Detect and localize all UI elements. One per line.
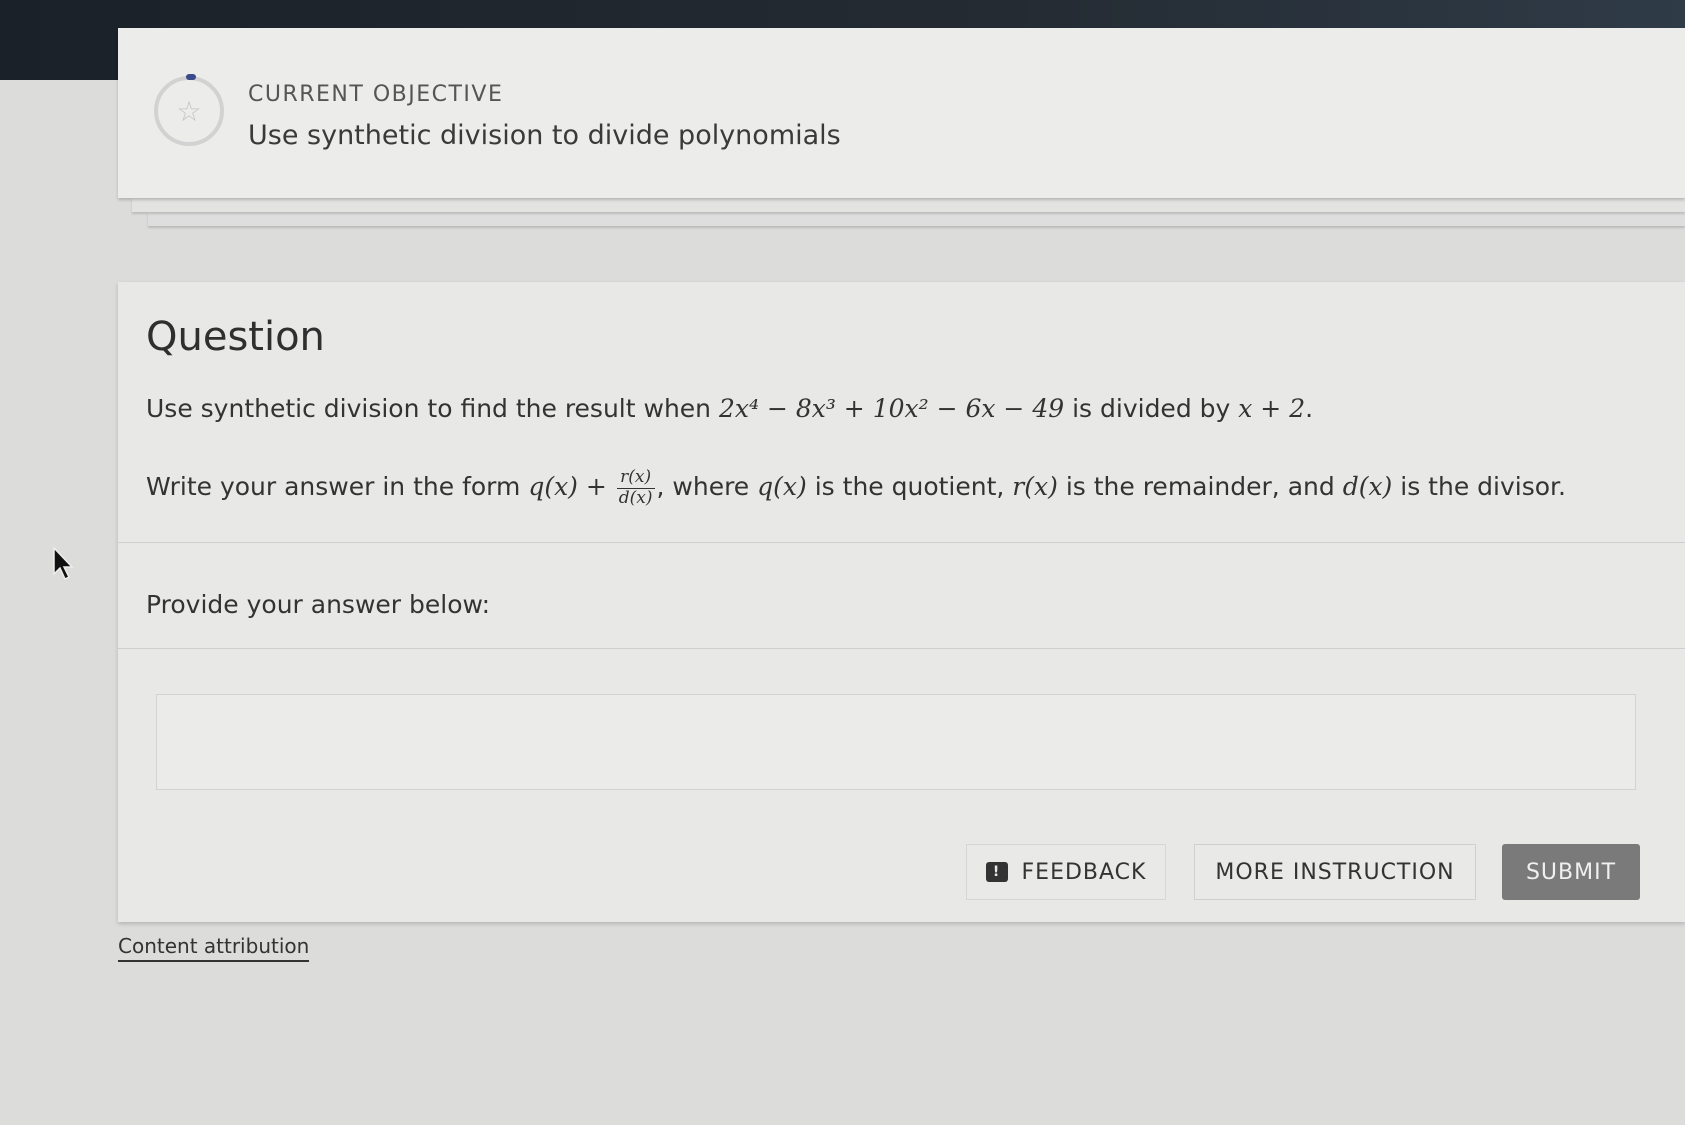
prompt-text: . xyxy=(1305,394,1314,423)
question-heading: Question xyxy=(146,314,325,360)
quotient-symbol: q(x) xyxy=(757,472,807,502)
fraction-numerator: r(x) xyxy=(616,467,655,489)
instruction-text: is the divisor. xyxy=(1400,472,1566,502)
divisor-expression: x + 2 xyxy=(1238,394,1306,423)
more-instruction-button[interactable]: MORE INSTRUCTION xyxy=(1194,844,1476,900)
divisor-symbol: d(x) xyxy=(1342,472,1393,502)
answer-form-instructions: Write your answer in the form q(x) + r(x… xyxy=(146,467,1566,508)
instruction-text: is the quotient, xyxy=(814,472,1005,502)
star-icon: ☆ xyxy=(176,94,202,128)
objective-title: Use synthetic division to divide polynom… xyxy=(248,120,841,151)
objective-stack-layer xyxy=(132,198,1685,212)
section-divider xyxy=(118,648,1685,649)
instruction-text: is the remainder, and xyxy=(1065,472,1335,502)
progress-dot xyxy=(186,74,196,80)
feedback-label: FEEDBACK xyxy=(1021,859,1147,885)
submit-label: SUBMIT xyxy=(1525,859,1617,885)
objective-label: CURRENT OBJECTIVE xyxy=(248,82,504,107)
question-prompt: Use synthetic division to find the resul… xyxy=(146,394,1313,423)
form-quotient: q(x) + xyxy=(528,472,607,502)
submit-button[interactable]: SUBMIT xyxy=(1502,844,1640,900)
form-fraction: r(x) d(x) xyxy=(616,467,655,508)
feedback-icon: ! xyxy=(985,862,1008,882)
current-objective-card: ☆ CURRENT OBJECTIVE Use synthetic divisi… xyxy=(118,28,1685,198)
objective-badge: ☆ xyxy=(154,74,224,146)
answer-input[interactable] xyxy=(156,694,1636,790)
answer-label: Provide your answer below: xyxy=(146,590,490,619)
objective-stack-layer xyxy=(148,212,1685,226)
instruction-text: Write your answer in the form xyxy=(146,472,521,502)
remainder-symbol: r(x) xyxy=(1012,472,1058,502)
content-attribution-link[interactable]: Content attribution xyxy=(118,934,310,962)
prompt-text: Use synthetic division to find the resul… xyxy=(146,394,712,423)
question-card: Question Use synthetic division to find … xyxy=(118,282,1685,922)
mouse-cursor-icon xyxy=(53,546,74,581)
feedback-button[interactable]: ! FEEDBACK xyxy=(966,844,1166,900)
section-divider xyxy=(118,542,1685,543)
more-instruction-label: MORE INSTRUCTION xyxy=(1215,859,1455,885)
prompt-text: is divided by xyxy=(1072,394,1231,423)
instruction-text: , where xyxy=(656,472,750,502)
dividend-expression: 2x⁴ − 8x³ + 10x² − 6x − 49 xyxy=(718,394,1065,423)
fraction-denominator: d(x) xyxy=(618,487,653,508)
